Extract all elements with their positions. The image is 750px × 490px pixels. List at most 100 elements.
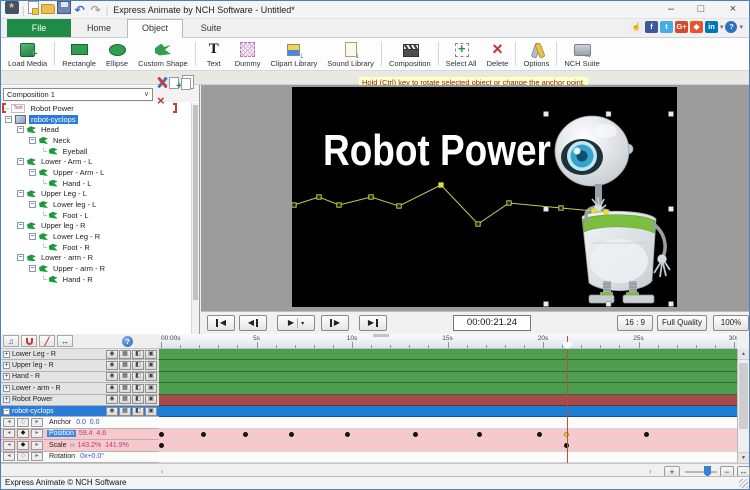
track-effects-icon[interactable]: ▣ [145,350,157,359]
track-matte-icon[interactable]: ▦ [119,384,131,393]
duplicate-composition-icon[interactable] [180,76,192,89]
link-scale-icon[interactable]: ∞ [70,442,75,449]
next-keyframe-button[interactable]: ▸ [31,441,43,450]
tree-item-hand-r[interactable]: └Hand - R [1,274,192,285]
selection-handle[interactable] [669,112,674,117]
track-expander-icon[interactable]: + [3,373,10,380]
track-matte-icon[interactable]: ▦ [119,407,131,416]
new-project-icon[interactable] [28,1,39,14]
track-bar-hand-r[interactable] [159,372,737,383]
composition-settings-icon[interactable] [156,76,168,89]
social-googleplus-icon[interactable]: G+ [675,21,688,33]
track-effects-icon[interactable]: ▣ [145,384,157,393]
track-matte-icon[interactable]: ▦ [119,372,131,381]
toggle-keyframe-button[interactable]: ◇ [17,452,29,461]
vertical-scrollbar-thumb[interactable] [739,363,748,429]
quality-button[interactable]: Full Quality [657,315,707,331]
tree-item-head[interactable]: −Head [1,124,192,135]
keyframe-dot[interactable] [201,432,206,437]
tree-item-upper-leg-l[interactable]: −Upper Leg - L [1,189,192,200]
selection-handle[interactable] [606,302,611,307]
motion-keyframe-marker[interactable] [507,201,511,205]
motion-keyframe-marker[interactable] [559,206,563,210]
track-expander-icon[interactable]: + [3,351,10,358]
track-matte-icon[interactable]: ▦ [119,395,131,404]
track-bar-lower-arm-r[interactable] [159,383,737,394]
tree-expander-icon[interactable]: − [29,233,36,240]
tab-suite[interactable]: Suite [183,19,239,37]
open-project-icon[interactable] [41,4,55,14]
toolbar-button-text[interactable]: Text [198,39,230,69]
play-button[interactable]: ▶▾ [277,315,315,331]
go-to-start-button[interactable]: ◀ [207,315,235,331]
keyframe-dot[interactable] [243,432,248,437]
time-display[interactable]: 00:00:21.24 [453,315,531,331]
property-row-scale[interactable]: ◂◆▸Scale∞143.2% 141.9% [1,440,159,451]
aspect-ratio-button[interactable]: 16 : 9 [617,315,653,331]
property-track-scale[interactable] [159,440,737,451]
track-matte-icon[interactable]: ▦ [119,350,131,359]
toolbar-button-clipart-library[interactable]: Clipart Library [266,39,323,69]
tree-scrollbar[interactable] [191,103,199,334]
keyframe-dot[interactable] [413,432,418,437]
motion-path[interactable] [292,183,608,226]
timeline-vertical-scrollbar[interactable] [737,349,749,463]
track-header-robot-power[interactable]: +Robot Power◉▦◧▣ [1,395,159,406]
redo-icon[interactable] [89,4,103,17]
previous-frame-button[interactable]: ◀ [239,315,267,331]
track-expander-icon[interactable]: + [3,396,10,403]
keyframe-dot[interactable] [537,432,542,437]
tree-item-neck[interactable]: −Neck [1,135,192,146]
selection-handle[interactable] [544,112,549,117]
tree-item-foot-r[interactable]: └Foot - R [1,242,192,253]
track-effects-icon[interactable]: ▣ [145,372,157,381]
keyframe-dot[interactable] [644,432,649,437]
motion-keyframe-marker[interactable] [604,210,608,214]
keyframe-ease-icon[interactable]: ╱ [39,335,55,347]
tree-item-robot-cyclops[interactable]: −robot-cyclops [1,114,192,125]
tree-item-lower-leg-l[interactable]: −Lower leg - L [1,199,192,210]
social-twitter-icon[interactable]: t [660,21,673,33]
property-track-rotation[interactable] [159,452,737,463]
go-to-end-button[interactable]: ▶ [359,315,387,331]
track-header-hand-r[interactable]: +Hand - R◉▦◧▣ [1,372,159,383]
add-audio-icon[interactable]: ♫ [3,335,19,347]
next-keyframe-button[interactable]: ▸ [31,452,43,461]
scroll-down-icon[interactable] [738,452,749,463]
track-visibility-icon[interactable]: ◉ [106,407,118,416]
property-row-position[interactable]: ◂◆▸Position59.4 4.6 [1,429,159,440]
keyframe-dot[interactable] [289,432,294,437]
undo-icon[interactable] [73,4,87,17]
tree-item-robot-power[interactable]: –Robot Power [1,103,192,114]
track-header-robot-cyclops[interactable]: −robot-cyclops◉▦◧▣ [1,406,159,417]
tab-home[interactable]: Home [71,19,127,37]
track-lock-icon[interactable]: ◧ [132,350,144,359]
track-header-lower-leg-r[interactable]: +Lower Leg - R◉▦◧▣ [1,349,159,360]
playhead-line[interactable] [567,336,568,463]
track-visibility-icon[interactable]: ◉ [106,395,118,404]
new-composition-icon[interactable] [168,76,180,89]
track-visibility-icon[interactable]: ◉ [106,361,118,370]
help-icon[interactable]: ? [122,336,133,347]
close-button[interactable]: × [719,1,747,18]
track-lock-icon[interactable]: ◧ [132,384,144,393]
tree-expander-icon[interactable]: − [5,116,12,123]
tree-expander-icon[interactable]: − [17,254,24,261]
toolbar-button-delete[interactable]: Delete [481,39,513,69]
next-frame-button[interactable]: ▶ [321,315,349,331]
next-keyframe-button[interactable]: ▸ [31,429,43,438]
selection-handle[interactable] [544,302,549,307]
motion-keyframe-marker[interactable] [397,204,401,208]
tree-item-foot-l[interactable]: └Foot - L [1,210,192,221]
next-keyframe-button[interactable]: ▸ [31,418,43,427]
fit-timeline-icon[interactable]: ↔ [57,335,73,347]
snap-icon[interactable] [21,335,37,347]
track-lock-icon[interactable]: ◧ [132,372,144,381]
tree-item-lower-arm-r[interactable]: −Lower - arm - R [1,253,192,264]
tree-scrollbar-thumb[interactable] [193,105,198,300]
timeline-zoom-slider[interactable] [685,471,717,473]
previous-keyframe-button[interactable]: ◂ [3,429,15,438]
composition-select[interactable]: Composition 1 ∨ [3,88,153,101]
timeline-pan-thumb[interactable] [373,334,389,337]
track-expander-icon[interactable]: − [3,408,10,415]
